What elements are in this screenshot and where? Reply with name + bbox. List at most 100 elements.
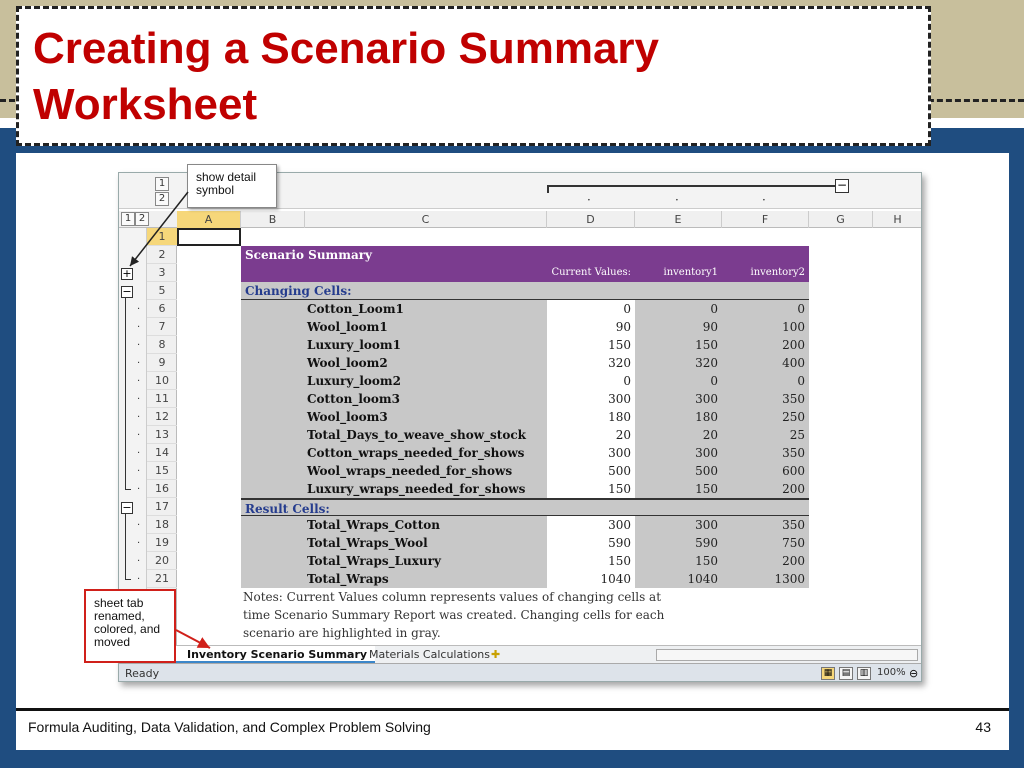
outline-dot: ·	[137, 412, 141, 423]
row-header[interactable]: 20	[147, 552, 177, 570]
table-row[interactable]: Total_Wraps 1040 1040 1300	[241, 570, 809, 588]
inventory1-value: 150	[635, 336, 722, 354]
row-label: Luxury_loom1	[241, 336, 547, 354]
collapse-results-button[interactable]: −	[121, 502, 133, 514]
table-row[interactable]: Total_Wraps_Wool 590 590 750	[241, 534, 809, 552]
outline-dot: ·	[137, 376, 141, 387]
row-level-1-button[interactable]: 1	[121, 212, 135, 226]
column-header-b[interactable]: B	[241, 211, 305, 228]
table-row[interactable]: Cotton_wraps_needed_for_shows 300 300 35…	[241, 444, 809, 462]
current-value: 20	[547, 426, 635, 444]
insert-sheet-icon[interactable]: ✚	[491, 648, 500, 661]
page-layout-view-icon[interactable]: ▤	[839, 667, 853, 680]
row-header[interactable]: 3	[147, 264, 177, 282]
notes-line: time Scenario Summary Report was created…	[243, 608, 665, 622]
row-header[interactable]: 18	[147, 516, 177, 534]
row-header[interactable]: 9	[147, 354, 177, 372]
current-value: 150	[547, 336, 635, 354]
row-label: Cotton_wraps_needed_for_shows	[241, 444, 547, 462]
changing-cells-label: Changing Cells:	[241, 282, 809, 300]
summary-title: Scenario Summary	[245, 248, 373, 262]
inventory1-value: 90	[635, 318, 722, 336]
row-header[interactable]: 17	[147, 498, 177, 516]
inventory1-value: 150	[635, 480, 722, 498]
inventory1-value: 320	[635, 354, 722, 372]
inventory1-value: 0	[635, 300, 722, 318]
table-row[interactable]: Total_Days_to_weave_show_stock 20 20 25	[241, 426, 809, 444]
table-row[interactable]: Cotton_Loom1 0 0 0	[241, 300, 809, 318]
outline-level-1-button[interactable]: 1	[155, 177, 169, 191]
row-label: Luxury_loom2	[241, 372, 547, 390]
column-outline-tick	[547, 185, 549, 193]
slide-footer: Formula Auditing, Data Validation, and C…	[16, 708, 1009, 750]
tab-inventory-scenario-summary[interactable]: Inventory Scenario Summary	[171, 646, 376, 664]
row-level-2-button[interactable]: 2	[135, 212, 149, 226]
column-header-g[interactable]: G	[809, 211, 873, 228]
column-header-d[interactable]: D	[547, 211, 635, 228]
notes-line: scenario are highlighted in gray.	[243, 626, 441, 640]
row-header[interactable]: 16	[147, 480, 177, 498]
show-detail-callout: show detail symbol	[187, 164, 277, 208]
row-header[interactable]: 19	[147, 534, 177, 552]
worksheet-grid[interactable]: Scenario Summary Current Values: invento…	[177, 228, 921, 673]
page-break-view-icon[interactable]: ▥	[857, 667, 871, 680]
slide-title-line1: Creating a Scenario Summary	[33, 24, 660, 73]
horizontal-scrollbar[interactable]	[656, 649, 918, 661]
row-header[interactable]: 8	[147, 336, 177, 354]
table-row[interactable]: Luxury_loom2 0 0 0	[241, 372, 809, 390]
row-label: Cotton_Loom1	[241, 300, 547, 318]
column-collapse-button[interactable]: −	[835, 179, 849, 193]
tab-materials-calculations[interactable]: Materials Calculations	[361, 646, 498, 664]
row-label: Total_Wraps	[241, 570, 547, 588]
inventory1-value: 20	[635, 426, 722, 444]
row-label: Total_Wraps_Luxury	[241, 552, 547, 570]
outline-dot: ·	[137, 430, 141, 441]
row-header[interactable]: 21	[147, 570, 177, 588]
row-header[interactable]: 10	[147, 372, 177, 390]
row-header[interactable]: 5	[147, 282, 177, 300]
table-row[interactable]: Luxury_wraps_needed_for_shows 150 150 20…	[241, 480, 809, 498]
row-header[interactable]: 14	[147, 444, 177, 462]
inventory2-value: 0	[722, 372, 809, 390]
column-header-e[interactable]: E	[635, 211, 722, 228]
table-row[interactable]: Wool_loom1 90 90 100	[241, 318, 809, 336]
row-header[interactable]: 6	[147, 300, 177, 318]
normal-view-icon[interactable]: ▦	[821, 667, 835, 680]
table-row[interactable]: Wool_loom2 320 320 400	[241, 354, 809, 372]
title-box: Creating a Scenario Summary Worksheet	[16, 6, 931, 146]
outline-dot: ·	[137, 304, 141, 315]
active-cell-a1[interactable]	[177, 228, 241, 246]
row-header[interactable]: 11	[147, 390, 177, 408]
inventory2-value: 200	[722, 552, 809, 570]
column-header-h[interactable]: H	[873, 211, 921, 228]
collapse-changing-button[interactable]: −	[121, 286, 133, 298]
inventory1-value: 150	[635, 552, 722, 570]
row-label: Wool_wraps_needed_for_shows	[241, 462, 547, 480]
column-header-c[interactable]: C	[305, 211, 547, 228]
outline-dot: ·	[137, 520, 141, 531]
inventory2-value: 25	[722, 426, 809, 444]
table-row[interactable]: Wool_loom3 180 180 250	[241, 408, 809, 426]
zoom-out-icon[interactable]: ⊖	[909, 667, 918, 680]
column-header-f[interactable]: F	[722, 211, 809, 228]
row-header[interactable]: 15	[147, 462, 177, 480]
zoom-level[interactable]: 100%	[877, 667, 906, 678]
inventory1-value: 300	[635, 444, 722, 462]
row-header[interactable]: 2	[147, 246, 177, 264]
outline-level-2-button[interactable]: 2	[155, 192, 169, 206]
row-header[interactable]: 7	[147, 318, 177, 336]
table-row[interactable]: Luxury_loom1 150 150 200	[241, 336, 809, 354]
current-value: 180	[547, 408, 635, 426]
current-value: 590	[547, 534, 635, 552]
column-header-a[interactable]: A	[177, 211, 241, 228]
table-row[interactable]: Cotton_loom3 300 300 350	[241, 390, 809, 408]
table-row[interactable]: Wool_wraps_needed_for_shows 500 500 600	[241, 462, 809, 480]
table-row[interactable]: Total_Wraps_Cotton 300 300 350	[241, 516, 809, 534]
row-header[interactable]: 1	[147, 228, 177, 246]
row-header[interactable]: 13	[147, 426, 177, 444]
column-outline-dot: ·	[762, 193, 766, 207]
row-header[interactable]: 12	[147, 408, 177, 426]
current-value: 300	[547, 390, 635, 408]
table-row[interactable]: Total_Wraps_Luxury 150 150 200	[241, 552, 809, 570]
show-detail-plus-button[interactable]: +	[121, 268, 133, 280]
